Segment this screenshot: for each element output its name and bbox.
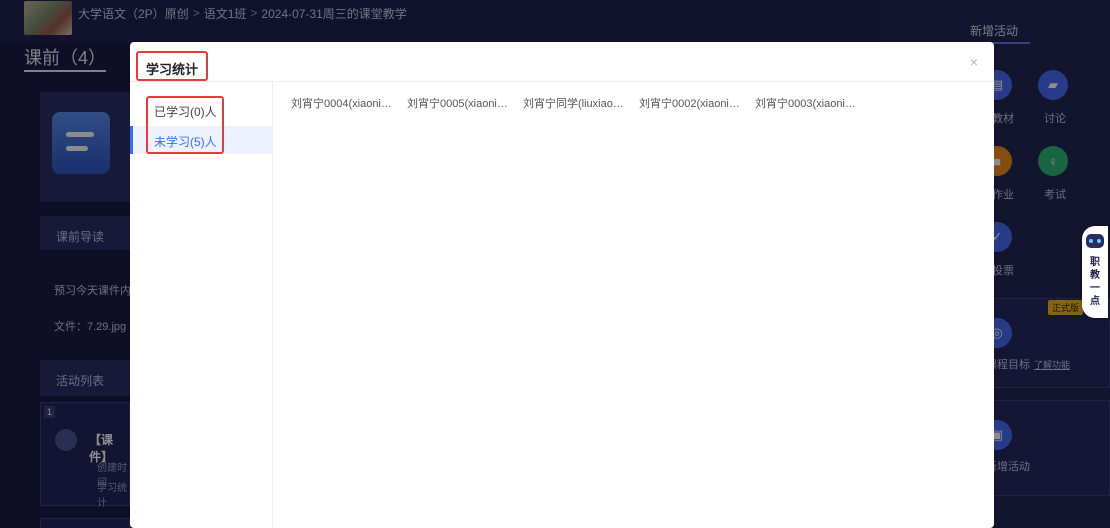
- list-item: 刘宵宁0004(xiaoning…: [291, 98, 397, 110]
- list-item: 刘宵宁0002(xiaoning…: [639, 98, 745, 110]
- dialog-title: 学习统计: [136, 51, 209, 81]
- list-item: 刘宵宁0003(xiaoning…: [755, 98, 861, 110]
- student-list: 刘宵宁0004(xiaoning… 刘宵宁0005(xiaoning… 刘宵宁同…: [274, 82, 994, 111]
- tab-not-learned[interactable]: 未学习(5)人: [130, 126, 273, 154]
- dialog-header: 学习统计 ×: [130, 42, 994, 82]
- study-stats-dialog: 学习统计 × 已学习(0)人 未学习(5)人 刘宵宁0004(xiaoning……: [130, 42, 994, 528]
- list-item: 刘宵宁0005(xiaoning…: [407, 98, 513, 110]
- assistant-widget[interactable]: 职教一点: [1082, 226, 1108, 318]
- list-item: 刘宵宁同学(liuxiaonin…: [523, 98, 629, 110]
- tab-learned[interactable]: 已学习(0)人: [130, 96, 273, 124]
- robot-icon: [1086, 234, 1104, 248]
- student-list-panel: 刘宵宁0004(xiaoning… 刘宵宁0005(xiaoning… 刘宵宁同…: [274, 82, 994, 528]
- stats-sidebar: 已学习(0)人 未学习(5)人: [130, 82, 273, 528]
- assistant-label: 职教一点: [1090, 257, 1100, 307]
- close-icon[interactable]: ×: [970, 54, 978, 70]
